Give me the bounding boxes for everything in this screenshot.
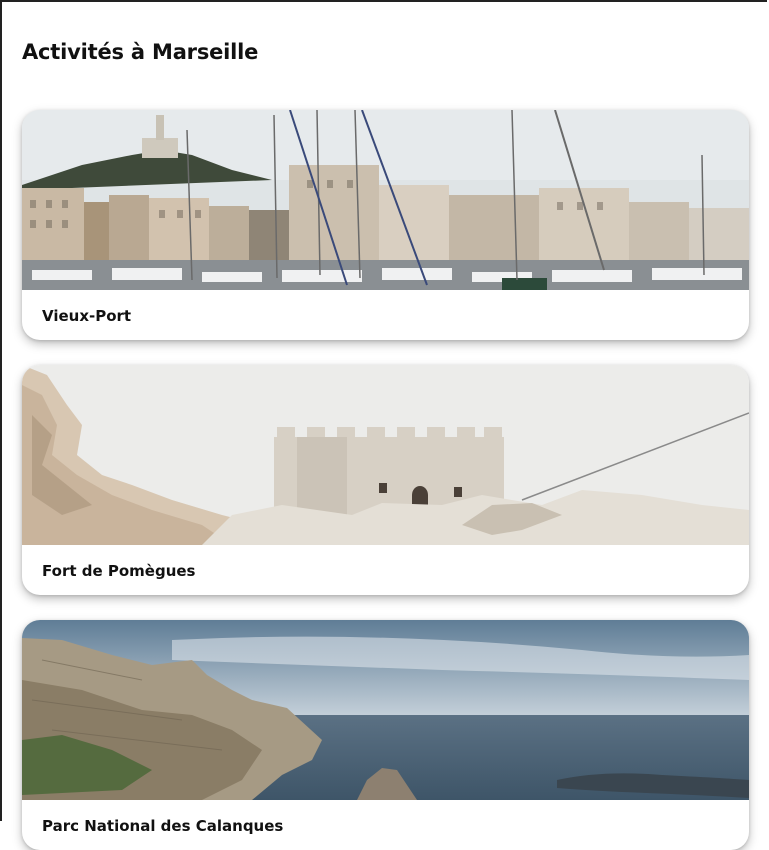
page-title: Activités à Marseille: [22, 40, 259, 64]
activity-name: Vieux-Port: [42, 307, 132, 325]
activity-image: [22, 110, 749, 290]
activity-card-fort-de-pomegues[interactable]: Fort de Pomègues: [22, 365, 749, 595]
activity-card-vieux-port[interactable]: Vieux-Port: [22, 110, 749, 340]
activity-name: Parc National des Calanques: [42, 817, 284, 835]
activity-image: [22, 365, 749, 545]
activity-image: [22, 620, 749, 800]
activity-name: Fort de Pomègues: [42, 562, 196, 580]
activity-card-calanques[interactable]: Parc National des Calanques: [22, 620, 749, 850]
